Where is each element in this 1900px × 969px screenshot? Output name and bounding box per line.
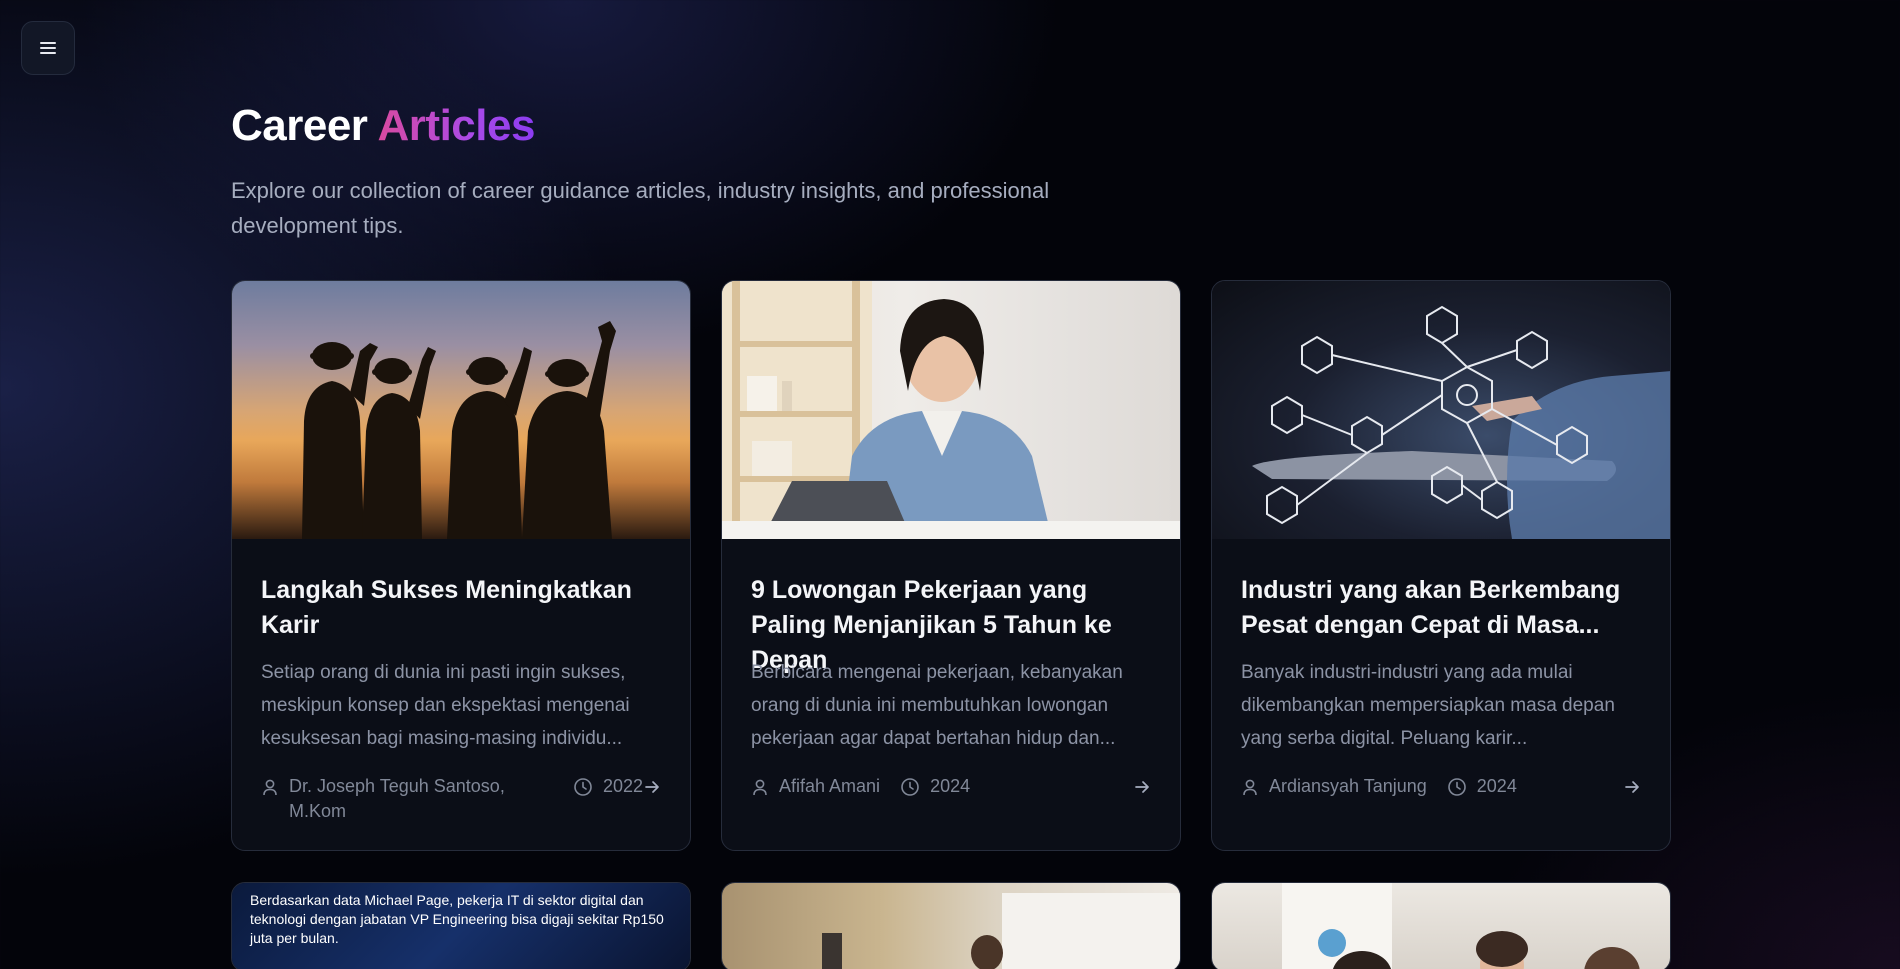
article-image bbox=[1212, 281, 1670, 539]
article-title[interactable]: 9 Lowongan Pekerjaan yang Paling Menjanj… bbox=[751, 573, 1151, 674]
article-image bbox=[232, 281, 690, 539]
article-image: Berdasarkan data Michael Page, pekerja I… bbox=[232, 883, 690, 969]
article-author-name: Ardiansyah Tanjung bbox=[1269, 776, 1427, 796]
article-image bbox=[1212, 883, 1670, 969]
user-icon bbox=[753, 779, 767, 796]
page-subtitle: Explore our collection of career guidanc… bbox=[231, 177, 1050, 238]
read-more-arrow[interactable] bbox=[1133, 774, 1151, 799]
article-year: 2024 bbox=[1476, 776, 1517, 796]
article-card[interactable]: Langkah Sukses Meningkatkan Karir Setiap… bbox=[231, 280, 691, 851]
article-image bbox=[722, 883, 1180, 969]
page-title: Career Articles bbox=[231, 100, 1671, 153]
article-card[interactable]: Industri yang akan Berkembang Pesat deng… bbox=[1211, 280, 1671, 851]
page-title-main: Career bbox=[231, 101, 368, 150]
article-title[interactable]: Langkah Sukses Meningkatkan Karir bbox=[261, 573, 661, 643]
article-author: Afifah Amani bbox=[751, 774, 880, 799]
article-meta: Dr. Joseph Teguh Santoso, M.Kom 2022 bbox=[261, 774, 661, 824]
articles-grid-row-2: Berdasarkan data Michael Page, pekerja I… bbox=[231, 882, 1671, 969]
article-author: Dr. Joseph Teguh Santoso, M.Kom bbox=[261, 774, 511, 824]
clock-icon bbox=[574, 777, 592, 796]
hamburger-menu-icon bbox=[40, 42, 56, 54]
article-year: 2024 bbox=[930, 776, 971, 796]
article-excerpt: Banyak industri-industri yang ada mulai … bbox=[1241, 662, 1615, 749]
article-meta: Ardiansyah Tanjung 2024 bbox=[1241, 774, 1641, 799]
article-card[interactable]: 9 Lowongan Pekerjaan yang Paling Menjanj… bbox=[721, 280, 1181, 851]
articles-grid: Langkah Sukses Meningkatkan Karir Setiap… bbox=[231, 280, 1671, 851]
article-card[interactable]: Berdasarkan data Michael Page, pekerja I… bbox=[231, 882, 691, 969]
article-date: 2024 bbox=[900, 774, 970, 799]
article-year: 2022 bbox=[602, 776, 643, 796]
article-meta: Afifah Amani 2024 bbox=[751, 774, 1151, 799]
article-date: 2024 bbox=[1447, 774, 1517, 799]
arrow-right-icon bbox=[1135, 780, 1149, 793]
article-author: Ardiansyah Tanjung bbox=[1241, 774, 1427, 799]
clock-icon bbox=[901, 777, 919, 796]
article-author-name: Afifah Amani bbox=[779, 776, 881, 796]
article-excerpt: Berbicara mengenai pekerjaan, kebanyakan… bbox=[751, 662, 1123, 749]
article-author-name: Dr. Joseph Teguh Santoso, M.Kom bbox=[289, 776, 505, 821]
arrow-right-icon bbox=[1625, 780, 1639, 793]
page-title-accent: Articles bbox=[377, 101, 536, 150]
read-more-arrow[interactable] bbox=[643, 774, 661, 799]
article-image-caption: Berdasarkan data Michael Page, pekerja I… bbox=[250, 892, 664, 946]
user-icon bbox=[1243, 779, 1257, 796]
read-more-arrow[interactable] bbox=[1623, 774, 1641, 799]
article-card[interactable] bbox=[721, 882, 1181, 969]
article-card[interactable] bbox=[1211, 882, 1671, 969]
article-date: 2022 bbox=[573, 774, 643, 799]
articles-section: Career Articles Explore our collection o… bbox=[231, 100, 1671, 969]
arrow-right-icon bbox=[645, 780, 659, 793]
article-image bbox=[722, 281, 1180, 539]
article-title[interactable]: Industri yang akan Berkembang Pesat deng… bbox=[1241, 573, 1641, 643]
article-excerpt: Setiap orang di dunia ini pasti ingin su… bbox=[261, 662, 630, 749]
clock-icon bbox=[1447, 777, 1466, 796]
user-icon bbox=[263, 779, 277, 796]
menu-button[interactable] bbox=[21, 21, 75, 75]
